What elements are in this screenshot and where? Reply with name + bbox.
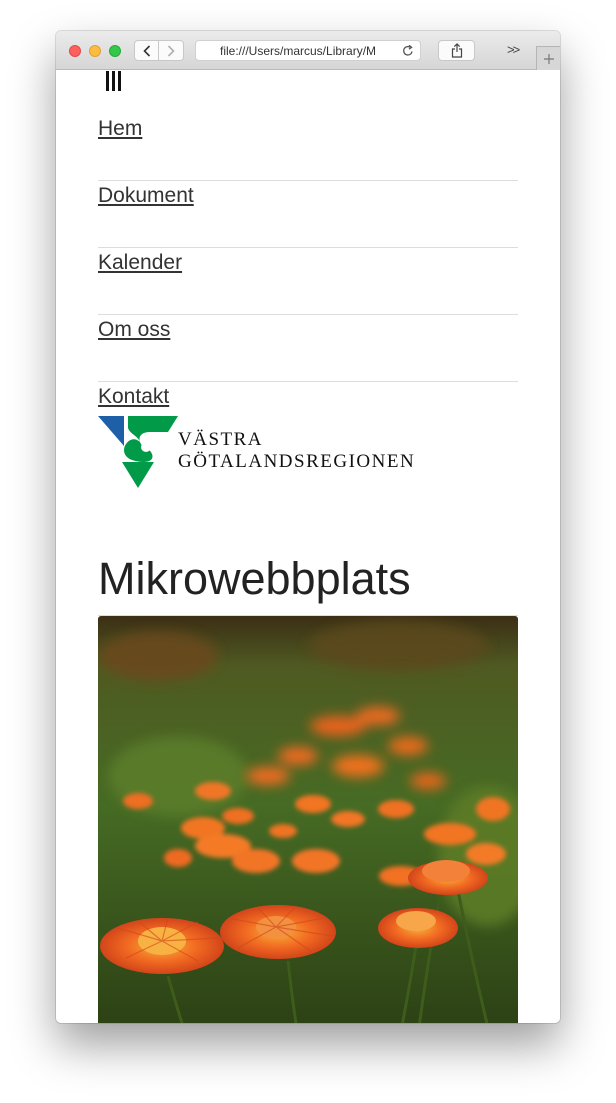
nav-item-kontakt: Kontakt bbox=[98, 382, 518, 412]
share-button[interactable] bbox=[438, 40, 475, 61]
nav-link-hem[interactable]: Hem bbox=[98, 117, 142, 141]
maximize-window-button[interactable] bbox=[109, 45, 121, 57]
vastra-gotalandsregionen-logo[interactable]: VÄSTRA GÖTALANDSREGIONEN bbox=[98, 416, 438, 488]
close-window-button[interactable] bbox=[69, 45, 81, 57]
nav-link-om-oss[interactable]: Om oss bbox=[98, 318, 170, 342]
forward-button[interactable] bbox=[159, 40, 184, 61]
nav-item-om-oss: Om oss bbox=[98, 315, 518, 382]
nav-link-dokument[interactable]: Dokument bbox=[98, 184, 194, 208]
orange-marigold-flowers-photo bbox=[98, 616, 518, 1023]
nav-item-kalender: Kalender bbox=[98, 248, 518, 315]
logo-line-2: GÖTALANDSREGIONEN bbox=[178, 451, 416, 472]
logo-line-1: VÄSTRA bbox=[178, 429, 264, 450]
nav-link-kalender[interactable]: Kalender bbox=[98, 251, 182, 275]
chevron-left-icon bbox=[142, 44, 150, 57]
main-nav: Hem Dokument Kalender Om oss Kontakt bbox=[98, 114, 518, 412]
hero-image bbox=[98, 616, 518, 1023]
nav-item-dokument: Dokument bbox=[98, 181, 518, 248]
address-bar[interactable]: file:///Users/marcus/Library/M bbox=[195, 40, 421, 61]
browser-window: file:///Users/marcus/Library/M >> Hem Do… bbox=[56, 31, 560, 1023]
hamburger-menu-icon[interactable] bbox=[106, 71, 122, 91]
browser-toolbar: file:///Users/marcus/Library/M >> bbox=[56, 31, 560, 70]
share-icon bbox=[451, 43, 462, 58]
nav-link-kontakt[interactable]: Kontakt bbox=[98, 385, 169, 409]
plus-icon bbox=[543, 53, 554, 64]
toolbar-overflow-button[interactable]: >> bbox=[507, 42, 520, 57]
page-title: Mikrowebbplats bbox=[98, 551, 518, 616]
reload-button[interactable] bbox=[402, 44, 414, 62]
back-button[interactable] bbox=[134, 40, 159, 61]
new-tab-button[interactable] bbox=[536, 46, 560, 70]
minimize-window-button[interactable] bbox=[89, 45, 101, 57]
logo-text: VÄSTRA GÖTALANDSREGIONEN bbox=[178, 429, 415, 473]
url-text: file:///Users/marcus/Library/M bbox=[220, 44, 377, 58]
reload-icon bbox=[403, 44, 413, 56]
page-content: Hem Dokument Kalender Om oss Kontakt VÄS… bbox=[56, 71, 560, 1023]
logo-mark-icon bbox=[98, 416, 178, 488]
chevron-right-icon bbox=[167, 44, 175, 57]
nav-item-hem: Hem bbox=[98, 114, 518, 181]
